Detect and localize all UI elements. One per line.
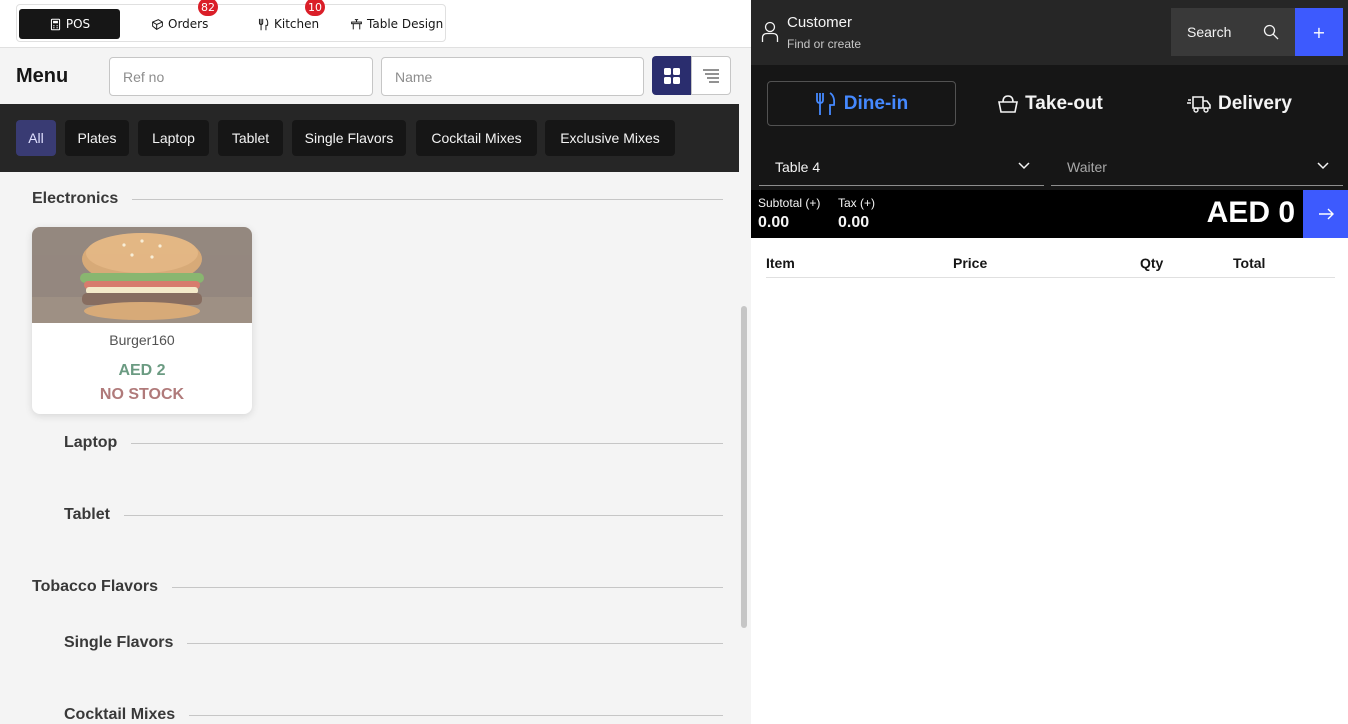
orders-count-badge: 82 (198, 0, 218, 16)
customer-search-label: Search (1187, 24, 1232, 40)
section-single-flavors: Single Flavors (64, 633, 723, 653)
grid-view-button[interactable] (652, 56, 691, 95)
category-all[interactable]: All (16, 120, 56, 156)
truck-icon (1187, 95, 1211, 113)
section-divider (187, 642, 723, 644)
take-out-button[interactable]: Take-out (956, 81, 1145, 126)
menu-toolbar: Menu (0, 48, 751, 104)
section-cocktail-mixes-title: Cocktail Mixes (64, 706, 176, 723)
section-electronics-title: Electronics (32, 190, 119, 207)
menu-scrollbar-thumb[interactable] (741, 306, 747, 628)
nav-table-design-button[interactable]: Table Design (350, 9, 443, 39)
checkout-button[interactable] (1303, 190, 1348, 238)
section-divider (131, 442, 723, 444)
product-card[interactable]: Burger160 AED 2 NO STOCK (32, 227, 252, 414)
category-tablet[interactable]: Tablet (218, 120, 283, 156)
section-divider (123, 514, 723, 516)
tax-value: 0.00 (838, 214, 870, 231)
dine-in-button[interactable]: Dine-in (767, 81, 956, 126)
category-cocktail-mixes[interactable]: Cocktail Mixes (416, 120, 537, 156)
waiter-select-placeholder: Waiter (1067, 159, 1107, 175)
list-icon (703, 68, 719, 83)
search-icon (1263, 24, 1279, 40)
category-laptop[interactable]: Laptop (138, 120, 209, 156)
pos-icon (50, 18, 60, 30)
category-single-flavors[interactable]: Single Flavors (292, 120, 406, 156)
dine-in-label: Dine-in (843, 92, 909, 114)
cutlery-icon (815, 91, 835, 115)
section-divider (171, 586, 723, 588)
user-icon (761, 21, 779, 42)
basket-icon (998, 94, 1019, 113)
table-icon (351, 18, 362, 29)
table-select-value: Table 4 (775, 159, 821, 175)
nav-kitchen-label: Kitchen (274, 17, 320, 31)
category-bar: All Plates Laptop Tablet Single Flavors … (0, 104, 739, 172)
customer-subtitle: Find or create (787, 37, 862, 51)
category-exclusive-mixes[interactable]: Exclusive Mixes (545, 120, 675, 156)
delivery-button[interactable]: Delivery (1145, 81, 1334, 126)
section-laptop-title: Laptop (64, 434, 118, 451)
section-tobacco-flavors-title: Tobacco Flavors (32, 578, 158, 595)
category-plates[interactable]: Plates (65, 120, 129, 156)
product-name: Burger160 (109, 332, 175, 348)
customer-title[interactable]: Customer (787, 14, 852, 31)
column-header-price: Price (953, 255, 988, 271)
section-tablet: Tablet (64, 505, 723, 525)
delivery-label: Delivery (1218, 92, 1292, 114)
section-laptop: Laptop (64, 433, 723, 453)
product-stock-status: NO STOCK (99, 386, 185, 403)
grand-total: AED 0 (1206, 196, 1295, 229)
add-customer-button[interactable]: + (1295, 8, 1343, 56)
table-select[interactable]: Table 4 (759, 149, 1044, 186)
nav-orders-label: Orders (168, 17, 209, 31)
take-out-label: Take-out (1025, 92, 1103, 114)
column-header-item: Item (766, 255, 795, 271)
nav-pos-button[interactable]: POS (19, 9, 120, 39)
subtotal-value: 0.00 (758, 214, 790, 231)
top-nav-bar: POS Orders Kitchen Table Design 82 10 (0, 0, 751, 48)
chevron-down-icon (1317, 162, 1329, 170)
arrow-right-icon (1318, 208, 1334, 220)
section-cocktail-mixes: Cocktail Mixes (64, 705, 723, 724)
nav-orders-button[interactable]: Orders (151, 9, 208, 39)
column-header-total: Total (1233, 255, 1266, 271)
product-price: AED 2 (118, 362, 166, 379)
menu-title: Menu (16, 65, 69, 87)
ref-no-input[interactable] (109, 57, 373, 96)
customer-search-button[interactable]: Search (1171, 8, 1295, 56)
column-header-qty: Qty (1140, 255, 1164, 271)
tax-label: Tax (+) (838, 196, 876, 210)
waiter-select[interactable]: Waiter (1051, 149, 1343, 186)
section-tobacco-flavors: Tobacco Flavors (32, 577, 723, 597)
burger-image (32, 227, 252, 323)
orders-icon (152, 18, 163, 30)
menu-pane: POS Orders Kitchen Table Design 82 10 Me… (0, 0, 751, 724)
kitchen-count-badge: 10 (305, 0, 325, 16)
nav-pos-label: POS (65, 17, 91, 31)
section-divider (189, 714, 723, 716)
section-divider (132, 198, 723, 200)
section-tablet-title: Tablet (64, 506, 110, 523)
name-search-input[interactable] (381, 57, 644, 96)
list-view-button[interactable] (691, 56, 731, 95)
section-single-flavors-title: Single Flavors (64, 634, 174, 651)
nav-button-group: POS Orders Kitchen Table Design (16, 4, 446, 42)
subtotal-label: Subtotal (+) (758, 196, 821, 210)
nav-table-design-label: Table Design (367, 17, 444, 31)
chevron-down-icon (1018, 162, 1030, 170)
section-electronics: Electronics (32, 189, 723, 209)
grid-icon (663, 67, 680, 84)
customer-bar: Customer Find or create Search + (751, 0, 1348, 65)
order-pane: Customer Find or create Search + Dine-in… (751, 0, 1348, 724)
cutlery-icon (258, 17, 269, 30)
items-table-header: Item Price Qty Total (766, 250, 1335, 278)
totals-bar: Subtotal (+) 0.00 Tax (+) 0.00 AED 0 (751, 190, 1348, 238)
